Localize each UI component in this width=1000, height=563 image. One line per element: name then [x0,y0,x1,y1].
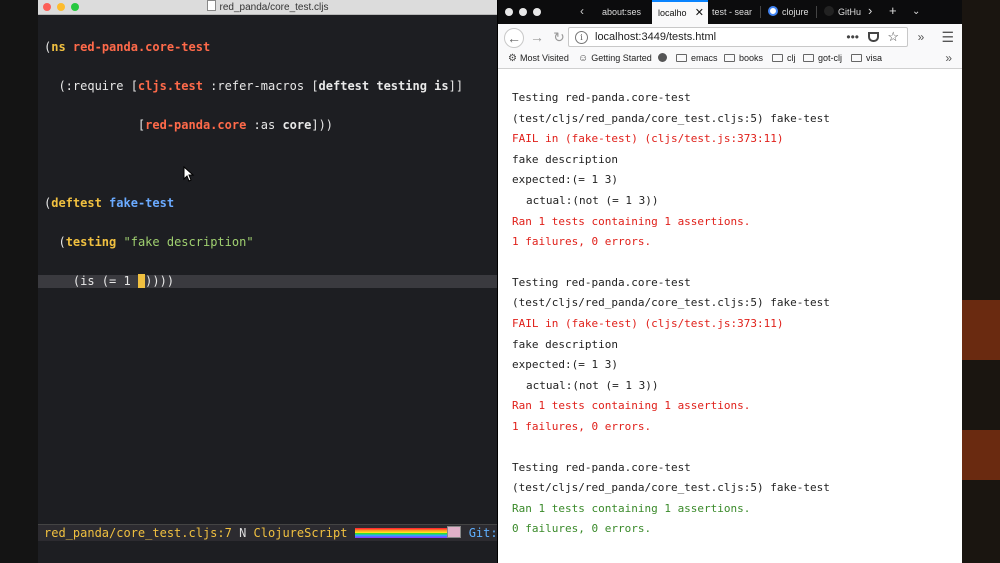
output-line: Testing red-panda.core-test [512,91,691,104]
output-line: actual:(not (= 1 3)) [526,378,659,392]
folder-icon [724,54,735,62]
tab-separator [760,6,761,18]
bookmarks-overflow-icon[interactable]: » [945,50,952,66]
tab-github[interactable]: GitHu [818,0,870,24]
mouse-pointer-icon [183,166,195,182]
tab-localhost[interactable]: localho ✕ [652,0,708,24]
site-info-icon[interactable]: i [575,31,588,44]
tab-scroll-right-icon[interactable]: › [868,3,872,18]
bookmark-star-icon[interactable]: ☆ [887,28,899,46]
editor-titlebar: red_panda/core_test.cljs [38,0,497,15]
close-window-button[interactable] [505,8,513,16]
emacs-modeline: red_panda/core_test.cljs:7 N ClojureScri… [38,524,497,541]
output-line: fake description [512,152,618,166]
url-bar[interactable]: i localhost:3449/tests.html ••• ☆ [568,27,908,47]
modeline-state: N [239,526,247,540]
bookmark-emacs[interactable]: emacs [676,50,718,66]
output-line: expected:(= 1 3) [512,173,618,187]
minimize-window-button[interactable] [519,8,527,16]
modeline-file: red_panda/core_test.cljs:7 [44,526,232,540]
firefox-window: ‹ about:ses localho ✕ test - sear clojure… [498,0,962,563]
bookmark-books[interactable]: books [724,50,763,66]
gear-icon: ⚙ [508,53,517,64]
output-line: fake description [512,337,618,351]
test-run-block: Testing red-panda.core-test (test/cljs/re… [512,273,830,438]
nyan-progress-bar [354,528,447,538]
output-line: Testing red-panda.core-test [512,275,691,289]
firefox-icon: ☺ [578,53,589,64]
url-text[interactable]: localhost:3449/tests.html [595,28,716,46]
document-icon [206,0,216,11]
modeline-major-mode: ClojureScript [253,526,348,540]
test-run-block: Testing red-panda.core-test (test/cljs/re… [512,458,830,540]
tab-separator [816,6,817,18]
output-line: 0 failures, 0 errors. [512,522,652,536]
github-icon [824,6,834,16]
output-line: FAIL in (fake-test) (cljs/test.js:373:11… [512,316,784,330]
navigation-toolbar: ← → ↻ i localhost:3449/tests.html ••• ☆ … [498,24,962,50]
test-output: Testing red-panda.core-test (test/cljs/re… [512,88,830,560]
zoom-window-button[interactable] [533,8,541,16]
output-line: Ran 1 tests containing 1 assertions. [512,399,751,413]
new-tab-icon[interactable]: + [889,3,897,18]
nyan-cat-icon [446,526,461,538]
back-icon[interactable]: ← [504,28,524,48]
modeline-git-branch: Git:tes [468,526,497,540]
output-line: actual:(not (= 1 3)) [526,193,659,207]
bookmark-visa[interactable]: visa [851,50,882,66]
output-line: FAIL in (fake-test) (cljs/test.js:373:11… [512,132,784,146]
output-line: 1 failures, 0 errors. [512,235,652,249]
tab-clojure[interactable]: clojure [762,0,820,24]
output-line: expected:(= 1 3) [512,358,618,372]
editor-title: red_panda/core_test.cljs [38,0,497,14]
output-line: Ran 1 tests containing 1 assertions. [512,501,751,515]
emacs-window: red_panda/core_test.cljs (ns red-panda.c… [38,0,497,563]
tab-about-sessions[interactable]: about:ses [596,0,656,24]
code-line-6: (testing "fake description" [44,235,254,249]
output-line: 1 failures, 0 errors. [512,419,652,433]
folder-icon [851,54,862,62]
reload-icon[interactable]: ↻ [550,28,568,46]
page-actions-icon[interactable]: ••• [846,28,859,46]
desktop-background-right [962,0,1000,563]
editor-title-text: red_panda/core_test.cljs [219,2,329,13]
globe-icon [658,53,667,62]
code-line-1: (ns red-panda.core-test [44,40,211,54]
overflow-chevron-icon[interactable]: » [912,28,930,46]
bookmark-globe[interactable] [658,50,671,66]
code-line-7-current: (is (= 1 )))) [38,274,497,288]
pocket-icon[interactable] [868,32,879,42]
tab-test-search[interactable]: test - sear [706,0,762,24]
output-line: (test/cljs/red_panda/core_test.cljs:5) f… [512,481,830,495]
bookmark-clj[interactable]: clj [772,50,796,66]
output-line: (test/cljs/red_panda/core_test.cljs:5) f… [512,111,830,125]
bookmark-got-clj[interactable]: got-clj [803,50,842,66]
folder-icon [803,54,814,62]
desktop-background-left [0,0,38,563]
code-line-3: [red-panda.core :as core])) [44,118,334,132]
output-line: Ran 1 tests containing 1 assertions. [512,214,751,228]
tab-scroll-left-icon[interactable]: ‹ [580,4,584,18]
test-run-block: Testing red-panda.core-test (test/cljs/re… [512,88,830,253]
output-line: Testing red-panda.core-test [512,460,691,474]
bookmark-most-visited[interactable]: ⚙ Most Visited [508,50,569,67]
output-line: (test/cljs/red_panda/core_test.cljs:5) f… [512,296,830,310]
code-line-2: (:require [cljs.test :refer-macros [deft… [44,79,464,93]
forward-icon[interactable]: → [528,28,546,46]
code-line-5: (deftest fake-test [44,196,175,210]
bookmarks-toolbar: ⚙ Most Visited ☺ Getting Started emacs boo… [498,50,962,69]
folder-icon [772,54,783,62]
close-tab-icon[interactable]: ✕ [695,2,704,24]
google-icon [768,6,778,16]
code-buffer[interactable]: (ns red-panda.core-test (:require [cljs.… [38,15,497,314]
tab-bar: ‹ about:ses localho ✕ test - sear clojure… [498,0,962,24]
folder-icon [676,54,687,62]
hamburger-menu-icon[interactable]: ☰ [941,29,954,46]
tab-list-icon[interactable]: ⌄ [912,6,920,17]
bookmark-getting-started[interactable]: ☺ Getting Started [578,50,652,67]
